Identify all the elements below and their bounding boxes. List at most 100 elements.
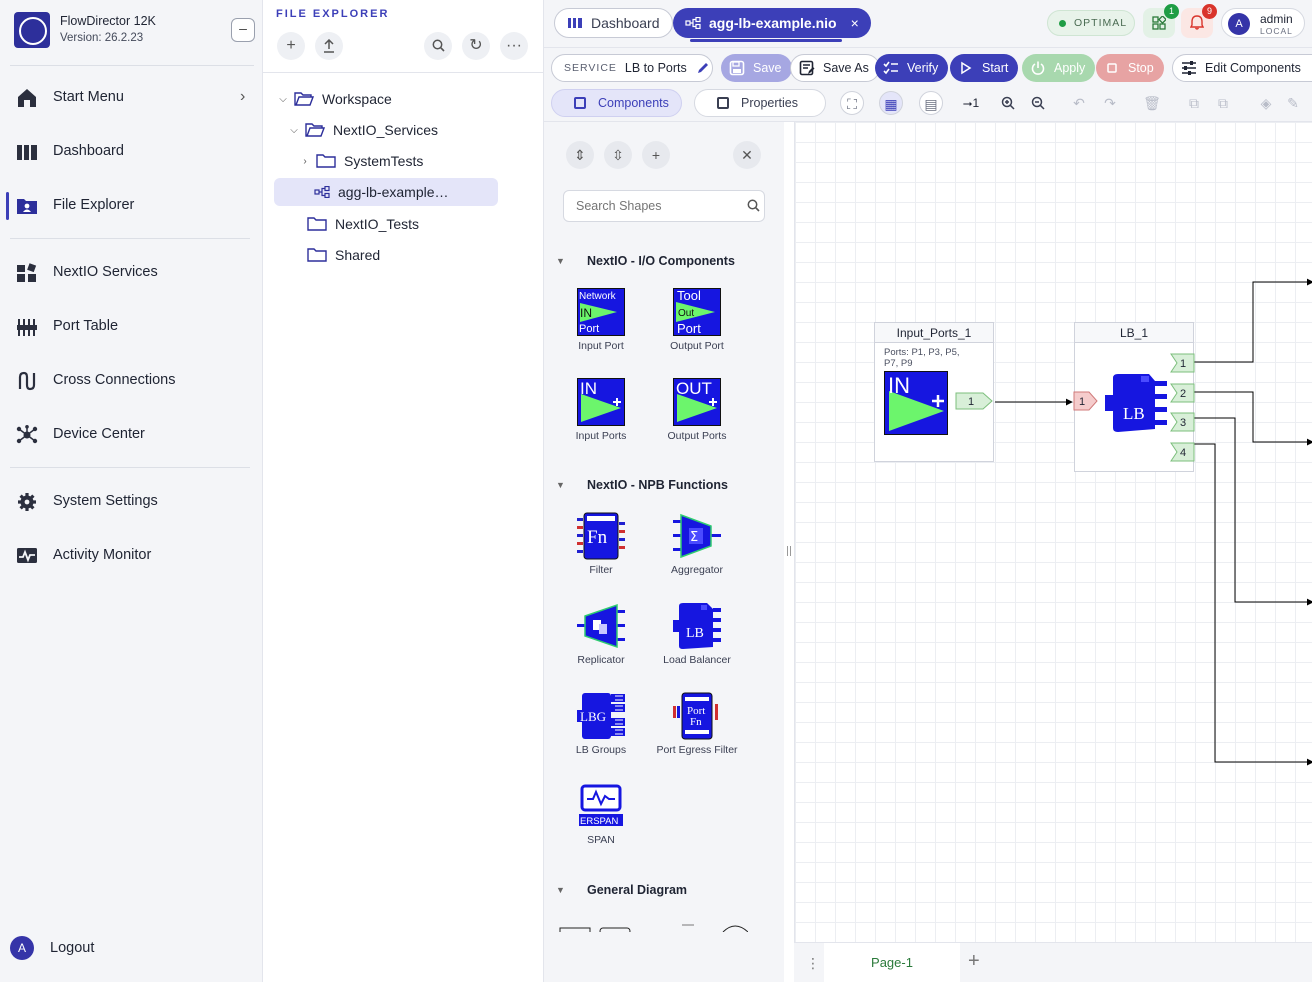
output-port-icon: Tool Out Port <box>673 288 721 336</box>
collapse-sidebar-button[interactable]: – <box>231 18 255 42</box>
tree-item-nextio-tests[interactable]: NextIO_Tests <box>303 210 419 238</box>
svg-text:ERSPAN: ERSPAN <box>580 816 619 827</box>
nav-nextio-services[interactable]: NextIO Services <box>0 255 263 291</box>
shape-input-ports[interactable]: IN Input Ports <box>553 378 649 442</box>
user-menu[interactable]: A admin LOCAL <box>1221 8 1305 38</box>
shape-port-egress-filter[interactable]: Port Fn Port Egress Filter <box>649 692 745 756</box>
category-general-diagram[interactable]: ▼ General Diagram <box>556 883 687 897</box>
shape-span[interactable]: ERSPAN SPAN <box>553 782 649 846</box>
nav-device-center[interactable]: Device Center <box>0 417 263 453</box>
folder-icon <box>307 217 327 231</box>
tree-item-agg-lb-example[interactable]: agg-lb-example… <box>274 178 498 206</box>
logout-button[interactable]: A Logout <box>10 936 250 962</box>
next-link-button[interactable]: ⭢1 <box>959 91 983 115</box>
shape-load-balancer[interactable]: LB Load Balancer <box>649 602 745 666</box>
start-button[interactable]: Start <box>950 54 1019 82</box>
zoom-out-button[interactable] <box>1026 91 1050 115</box>
page-menu-icon[interactable]: ⋮ <box>806 955 820 972</box>
page-setup-button[interactable]: ▤ <box>919 91 943 115</box>
more-options-button[interactable]: ··· <box>500 32 528 60</box>
upload-button[interactable] <box>315 32 343 60</box>
send-back-button[interactable]: ⧉ <box>1211 91 1235 115</box>
page-tab-1[interactable]: Page-1 <box>824 943 960 982</box>
tab-agg-lb-example[interactable]: agg-lb-example.nio × <box>673 8 871 38</box>
edit-components-button[interactable]: Edit Components <box>1172 54 1312 82</box>
undo-button[interactable]: ↶ <box>1067 91 1091 115</box>
pencil-icon[interactable] <box>697 62 709 74</box>
add-page-icon[interactable]: + <box>968 950 980 973</box>
service-key: SERVICE <box>564 62 617 74</box>
shape-replicator[interactable]: Replicator <box>553 602 649 666</box>
node-lb-1[interactable]: LB_1 1 LB 1 2 3 4 <box>1073 322 1196 472</box>
service-name-field[interactable]: SERVICE LB to Ports <box>551 54 713 82</box>
nav-start-menu[interactable]: Start Menu › <box>0 80 263 116</box>
nav-dashboard[interactable]: Dashboard <box>0 134 263 170</box>
fit-screen-button[interactable]: ⛶ <box>840 91 864 115</box>
palette-resize-handle[interactable] <box>787 546 791 556</box>
search-files-button[interactable] <box>424 32 452 60</box>
refresh-button[interactable]: ↻ <box>462 32 490 60</box>
svg-text:IN: IN <box>580 379 597 398</box>
notifications-button[interactable]: 9 <box>1181 4 1217 38</box>
shape-input-port[interactable]: Network IN Port Input Port <box>553 288 649 352</box>
new-file-button[interactable]: + <box>277 32 305 60</box>
save-as-button[interactable]: Save As <box>790 54 880 82</box>
search-icon <box>432 39 445 52</box>
properties-toggle[interactable]: Properties <box>694 89 826 117</box>
nav-activity-monitor[interactable]: Activity Monitor <box>0 538 263 574</box>
nav-system-settings[interactable]: System Settings <box>0 484 263 520</box>
gear-icon <box>18 493 36 511</box>
output-port-connector-2[interactable]: 2 <box>1170 383 1196 403</box>
diagram-canvas[interactable]: Input_Ports_1 Ports: P1, P3, P5, P7, P9 … <box>794 122 1312 942</box>
user-realm: LOCAL <box>1260 26 1293 36</box>
shape-filter[interactable]: Fn Filter <box>553 512 649 576</box>
shape-lb-groups[interactable]: LBG LB Groups <box>553 692 649 756</box>
apps-button[interactable]: 1 <box>1143 4 1179 38</box>
node-input-ports-1[interactable]: Input_Ports_1 Ports: P1, P3, P5, P7, P9 … <box>874 322 994 462</box>
verify-button[interactable]: Verify <box>875 54 949 82</box>
collapse-all-button[interactable]: ⇳ <box>604 141 632 169</box>
apply-button[interactable]: Apply <box>1022 54 1096 82</box>
system-status-badge: OPTIMAL <box>1047 10 1135 36</box>
output-port-connector[interactable]: 1 <box>955 392 993 410</box>
grid-toggle-button[interactable]: ▦ <box>879 91 903 115</box>
line-color-button[interactable]: ✎ <box>1281 91 1305 115</box>
trash-icon: 🗑 <box>1143 95 1161 111</box>
tab-dashboard[interactable]: Dashboard <box>554 8 673 38</box>
bring-front-button[interactable]: ⧉ <box>1182 91 1206 115</box>
tree-label: NextIO_Services <box>333 122 439 138</box>
general-shapes-preview <box>559 924 748 932</box>
components-toggle[interactable]: Components <box>551 89 682 117</box>
page-tabs-bar: ⋮ Page-1 + <box>794 942 1312 982</box>
stop-button[interactable]: Stop <box>1096 54 1164 82</box>
close-palette-button[interactable]: ✕ <box>733 141 761 169</box>
tree-item-shared[interactable]: Shared <box>303 241 380 269</box>
nav-cross-connections[interactable]: Cross Connections <box>0 363 263 399</box>
category-io-components[interactable]: ▼ NextIO - I/O Components <box>556 254 735 268</box>
redo-button[interactable]: ↷ <box>1098 91 1122 115</box>
nav-port-table[interactable]: Port Table <box>0 309 263 345</box>
nav-file-explorer[interactable]: File Explorer <box>0 188 263 224</box>
expand-all-button[interactable]: ⇕ <box>566 141 594 169</box>
fill-color-button[interactable]: ◈ <box>1254 91 1278 115</box>
save-button[interactable]: Save <box>721 54 792 82</box>
shape-output-port[interactable]: Tool Out Port Output Port <box>649 288 745 352</box>
zoom-in-button[interactable] <box>996 91 1020 115</box>
shape-aggregator[interactable]: Σ Aggregator <box>649 512 745 576</box>
close-tab-icon[interactable]: × <box>851 15 859 31</box>
category-npb-functions[interactable]: ▼ NextIO - NPB Functions <box>556 478 728 492</box>
add-library-button[interactable]: + <box>642 141 670 169</box>
input-port-connector[interactable]: 1 <box>1073 391 1099 411</box>
delete-button[interactable]: 🗑 <box>1140 91 1164 115</box>
tree-item-systemtests[interactable]: › SystemTests <box>298 147 423 175</box>
output-port-connector-1[interactable]: 1 <box>1170 353 1196 373</box>
tree-item-workspace[interactable]: ⌵ Workspace <box>276 85 392 113</box>
tree-item-nextio-services[interactable]: ⌵ NextIO_Services <box>287 116 438 144</box>
apply-label: Apply <box>1054 61 1086 75</box>
verify-label: Verify <box>907 61 939 75</box>
shape-output-ports[interactable]: OUT Output Ports <box>649 378 745 442</box>
undo-icon: ↶ <box>1073 95 1085 111</box>
output-port-connector-4[interactable]: 4 <box>1170 442 1196 462</box>
search-shapes-input[interactable] <box>563 190 765 222</box>
output-port-connector-3[interactable]: 3 <box>1170 412 1196 432</box>
